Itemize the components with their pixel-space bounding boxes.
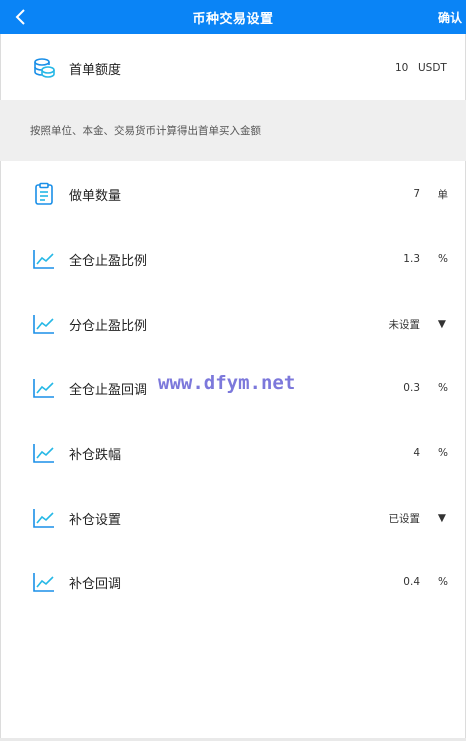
- partial-take-profit-ratio-label: 分仓止盈比例: [69, 318, 148, 334]
- first-order-amount-value[interactable]: 10: [395, 62, 408, 74]
- first-order-hint: 按照单位、本金、交易货币计算得出首单买入金额: [0, 100, 466, 161]
- watermark-text: www.dfym.net: [158, 372, 296, 394]
- line-chart-icon: [33, 444, 54, 463]
- full-take-profit-ratio-label: 全仓止盈比例: [69, 253, 148, 269]
- confirm-button[interactable]: 确认: [438, 9, 462, 26]
- add-position-callback-value[interactable]: 0.4: [403, 576, 420, 588]
- full-take-profit-ratio-unit: %: [438, 253, 448, 265]
- partial-take-profit-ratio-value[interactable]: 未设置: [389, 317, 421, 332]
- add-position-callback-label: 补仓回调: [69, 576, 122, 592]
- order-count-label: 做单数量: [69, 188, 122, 204]
- chevron-left-icon: [15, 9, 25, 25]
- first-order-amount-unit: USDT: [418, 62, 447, 74]
- back-button[interactable]: [10, 6, 30, 28]
- order-count-unit: 单: [437, 188, 449, 201]
- add-position-settings-row[interactable]: 补仓设置 已设置 ▼: [0, 498, 466, 538]
- add-position-settings-value[interactable]: 已设置: [389, 511, 421, 526]
- add-position-callback-unit: %: [438, 576, 448, 588]
- first-order-hint-text: 按照单位、本金、交易货币计算得出首单买入金额: [30, 125, 261, 137]
- full-take-profit-callback-value[interactable]: 0.3: [403, 382, 420, 394]
- line-chart-icon: [33, 379, 54, 398]
- add-position-drop-row[interactable]: 补仓跌幅 4 %: [0, 433, 466, 473]
- line-chart-icon: [33, 315, 54, 334]
- chevron-down-icon[interactable]: ▼: [438, 512, 446, 524]
- full-take-profit-callback-unit: %: [438, 382, 448, 394]
- add-position-settings-label: 补仓设置: [69, 512, 122, 528]
- partial-take-profit-ratio-row[interactable]: 分仓止盈比例 未设置 ▼: [0, 304, 466, 344]
- first-order-amount-label: 首单额度: [69, 62, 122, 78]
- first-order-amount-row[interactable]: 首单额度 10 USDT: [0, 48, 466, 88]
- full-take-profit-ratio-row[interactable]: 全仓止盈比例 1.3 %: [0, 239, 466, 279]
- add-position-drop-value[interactable]: 4: [413, 447, 420, 459]
- order-count-row[interactable]: 做单数量 7 单: [0, 174, 466, 214]
- clipboard-icon: [35, 182, 53, 205]
- chevron-down-icon[interactable]: ▼: [438, 318, 446, 330]
- add-position-drop-label: 补仓跌幅: [69, 447, 122, 463]
- top-navigation-bar: 币种交易设置 确认: [0, 0, 466, 34]
- order-count-value[interactable]: 7: [413, 188, 420, 200]
- full-take-profit-callback-label: 全仓止盈回调: [69, 382, 148, 398]
- add-position-callback-row[interactable]: 补仓回调 0.4 %: [0, 562, 466, 602]
- add-position-drop-unit: %: [438, 447, 448, 459]
- line-chart-icon: [33, 509, 54, 528]
- page-title: 币种交易设置: [192, 11, 274, 27]
- line-chart-icon: [33, 250, 54, 269]
- full-take-profit-ratio-value[interactable]: 1.3: [403, 253, 420, 265]
- line-chart-icon: [33, 573, 54, 592]
- coins-icon: [34, 58, 55, 78]
